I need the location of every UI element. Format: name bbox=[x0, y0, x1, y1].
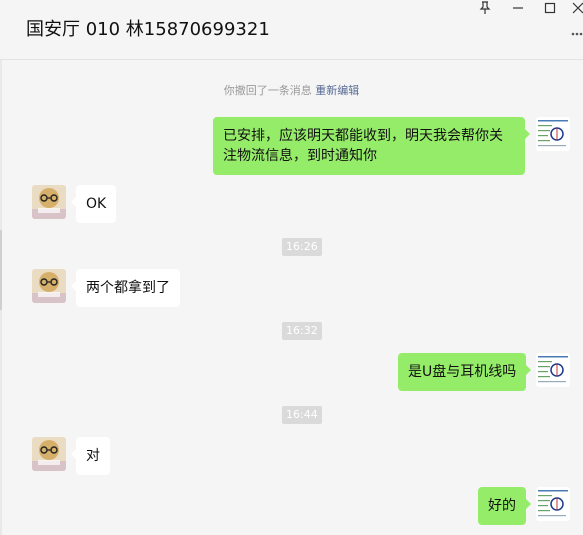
message-bubble-sent[interactable]: 是U盘与耳机线吗 bbox=[398, 353, 532, 391]
close-icon[interactable] bbox=[568, 1, 583, 19]
title-bar: 国安厅 010 林15870699321 bbox=[0, 0, 583, 60]
my-avatar[interactable] bbox=[536, 487, 570, 521]
chat-window: 国安厅 010 林15870699321 你撤回了一条消息 重新编辑 已安排，应… bbox=[0, 0, 583, 535]
pin-icon[interactable] bbox=[475, 1, 495, 19]
message-bubble-sent[interactable]: 已安排，应该明天都能收到，明天我会帮你关注物流信息，到时通知你 bbox=[213, 117, 530, 175]
timestamp: 16:44 bbox=[282, 406, 322, 424]
contact-avatar[interactable] bbox=[32, 185, 66, 219]
timestamp: 16:26 bbox=[282, 238, 322, 256]
recall-text: 你撤回了一条消息 bbox=[223, 84, 316, 97]
message-bubble-sent[interactable]: 好的 bbox=[478, 487, 531, 525]
timestamp: 16:32 bbox=[282, 322, 322, 340]
re-edit-link[interactable]: 重新编辑 bbox=[315, 84, 359, 97]
my-avatar[interactable] bbox=[536, 353, 570, 387]
message-bubble-received[interactable]: 两个都拿到了 bbox=[71, 269, 180, 307]
more-icon[interactable] bbox=[571, 28, 583, 43]
my-avatar[interactable] bbox=[536, 117, 570, 151]
contact-avatar[interactable] bbox=[32, 269, 66, 303]
message-bubble-received[interactable]: OK bbox=[70, 185, 117, 223]
chat-title: 国安厅 010 林15870699321 bbox=[26, 19, 270, 40]
maximize-icon[interactable] bbox=[540, 1, 560, 19]
message-bubble-received[interactable]: 对 bbox=[71, 437, 110, 475]
minimize-icon[interactable] bbox=[508, 1, 528, 19]
recall-notice: 你撤回了一条消息 重新编辑 bbox=[0, 82, 583, 98]
left-divider bbox=[0, 60, 2, 535]
contact-avatar[interactable] bbox=[32, 437, 66, 471]
